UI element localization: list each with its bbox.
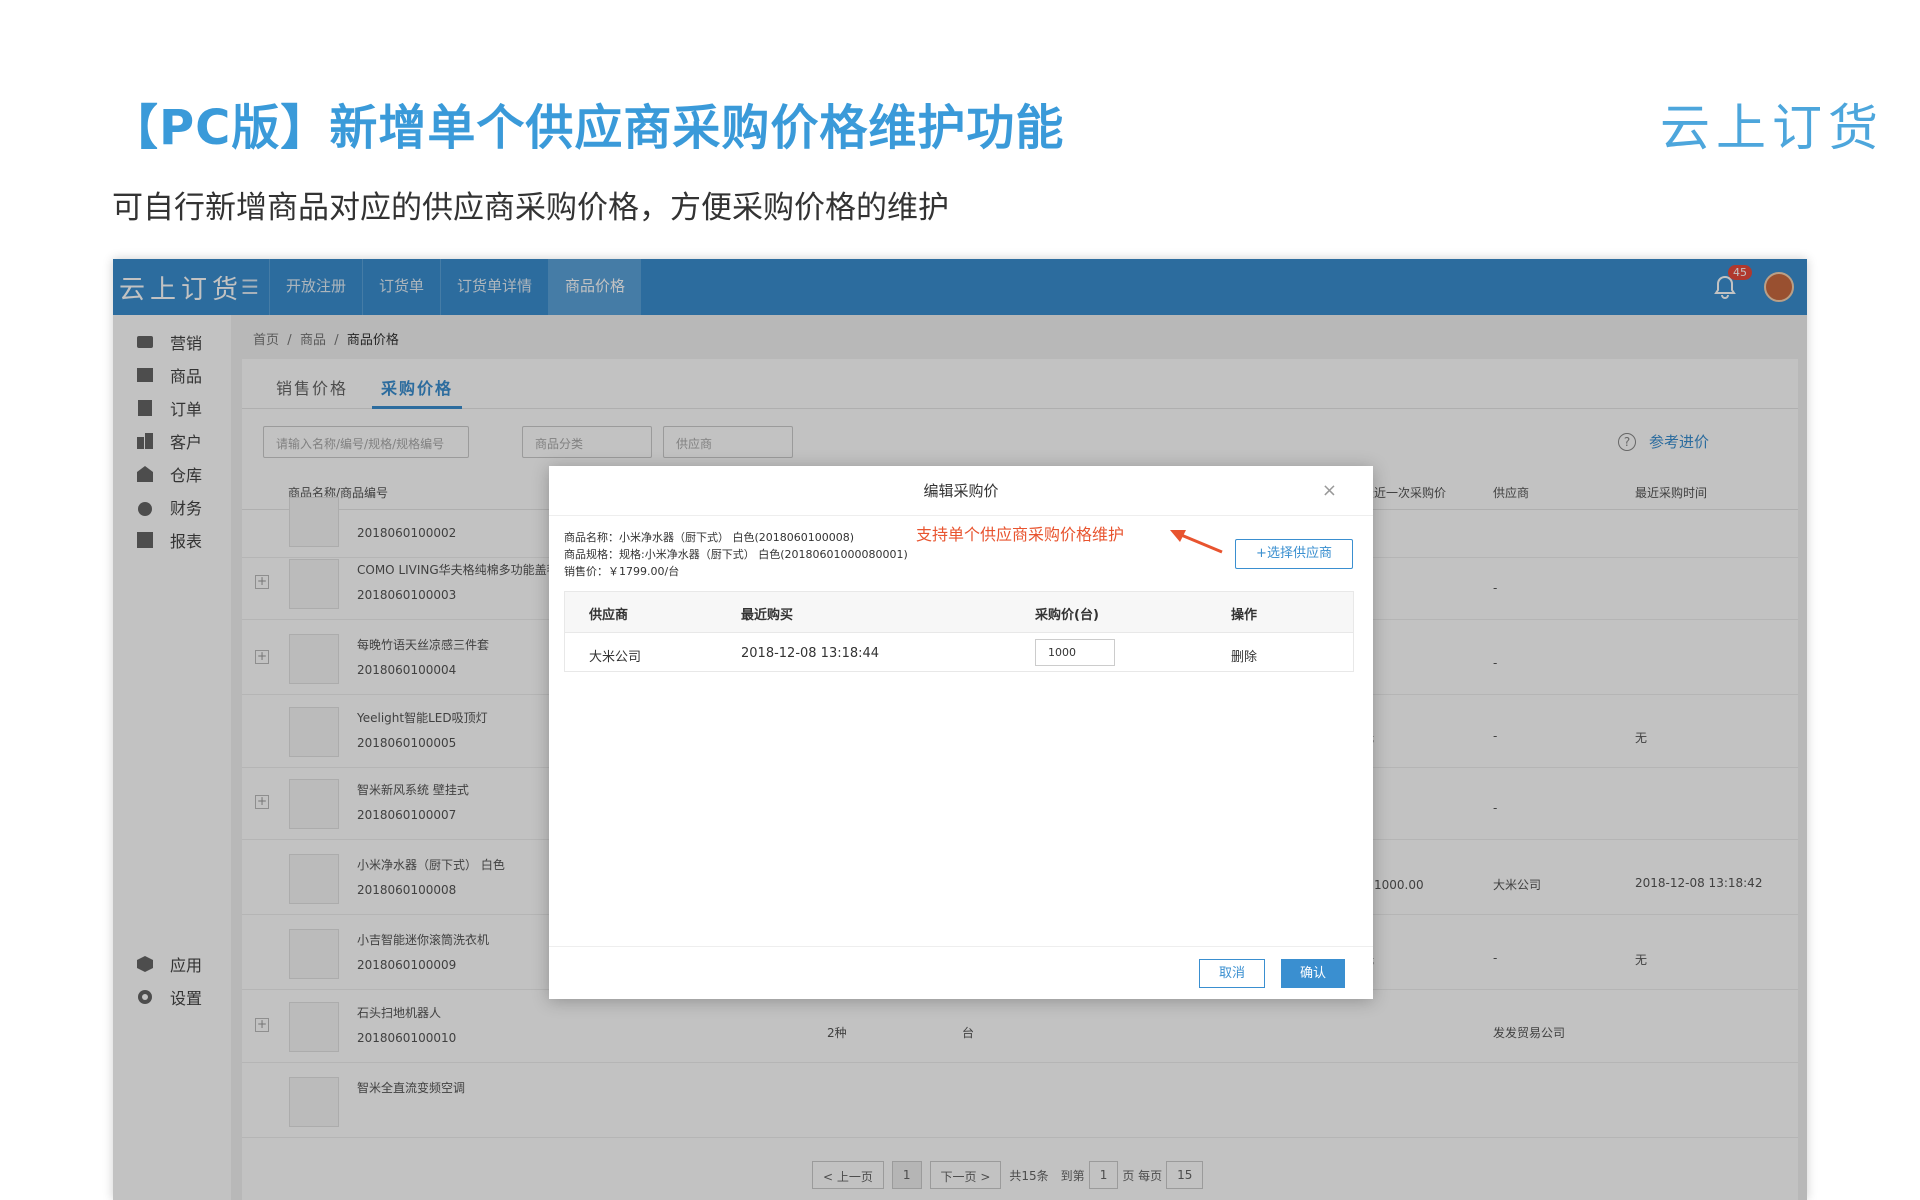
dialog-title: 编辑采购价 [549,466,1373,516]
sale-price: 销售价：￥1799.00/台 [564,565,680,578]
slide-title: 【PC版】新增单个供应商采购价格维护功能 [110,100,1065,156]
close-icon[interactable]: × [1322,480,1337,501]
select-supplier-button[interactable]: +选择供应商 [1235,539,1353,569]
confirm-button[interactable]: 确认 [1281,959,1345,988]
col-action: 操作 [1231,608,1258,623]
product-name: 商品名称：小米净水器（厨下式） 白色(2018060100008) [564,531,855,544]
supplier-name: 大米公司 [589,650,642,665]
col-supplier: 供应商 [589,608,629,623]
brand-logo: 云上订货 [1660,99,1884,157]
supplier-price-table: 供应商 最近购买 采购价(台) 操作 大米公司 2018-12-08 13:18… [564,591,1354,672]
edit-purchase-price-dialog: 编辑采购价 × 支持单个供应商采购价格维护 商品名称：小米净水器（厨下式） 白色… [549,466,1373,999]
annotation-text: 支持单个供应商采购价格维护 [916,525,1125,544]
product-spec: 商品规格：规格:小米净水器（厨下式） 白色(20180601000080001) [564,548,908,561]
purchase-price-input[interactable]: 1000 [1035,639,1115,666]
delete-link[interactable]: 删除 [1231,646,1257,665]
cancel-button[interactable]: 取消 [1199,959,1265,988]
last-buy-time: 2018-12-08 13:18:44 [741,646,880,661]
col-last-buy[interactable]: 最近购买 [741,604,793,623]
slide-subtitle: 可自行新增商品对应的供应商采购价格，方便采购价格的维护 [112,190,949,226]
app-window: 云上订货 ☰ 开放注册 订货单 订货单详情 商品价格 45 营销 商品 订单 客… [113,259,1807,1200]
col-purchase-price: 采购价(台) [1035,608,1099,623]
supplier-table-header: 供应商 最近购买 采购价(台) 操作 [565,592,1353,632]
dialog-footer: 取消 确认 [549,946,1373,999]
supplier-row: 大米公司 2018-12-08 13:18:44 1000 删除 [565,632,1353,672]
annotation-arrow-icon [1170,530,1223,554]
